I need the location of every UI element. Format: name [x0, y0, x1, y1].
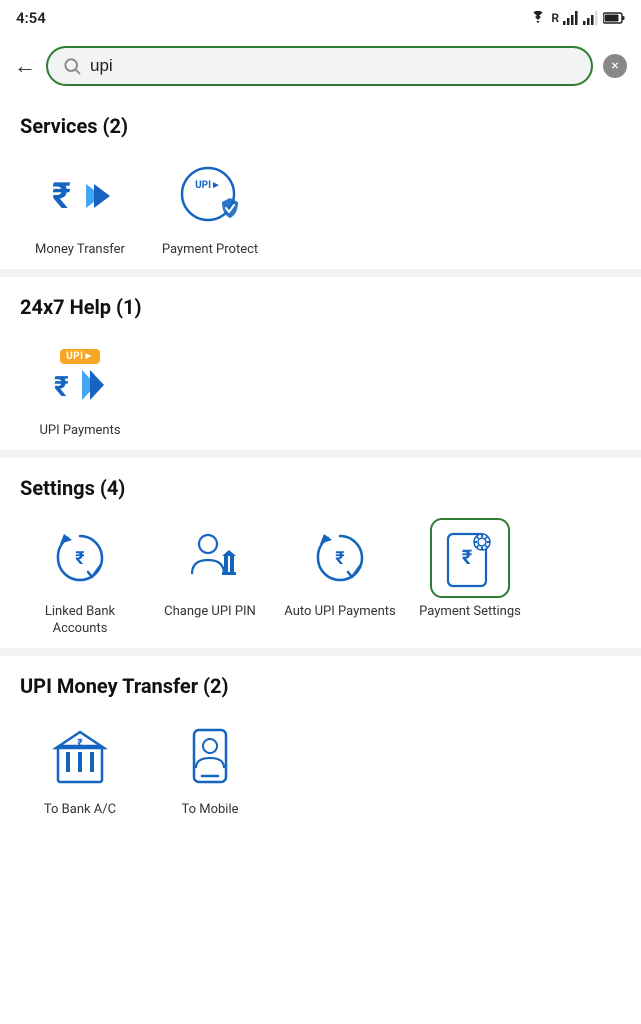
- status-bar: 4:54 R: [0, 0, 641, 36]
- back-button[interactable]: ←: [14, 53, 36, 79]
- linked-bank-item[interactable]: ₹ Linked Bank Accounts: [20, 518, 140, 638]
- payment-protect-item[interactable]: UPI► Payment Protect: [150, 156, 270, 259]
- svg-text:₹: ₹: [75, 548, 85, 569]
- status-icons: R: [529, 11, 625, 25]
- upi-payment-arrows: ₹: [54, 366, 106, 404]
- svg-text:₹: ₹: [77, 738, 83, 749]
- settings-section: Settings (4) ₹ Linked Bank Accounts: [0, 458, 641, 648]
- upi-money-section: UPI Money Transfer (2) ₹ To Bank A/C: [0, 656, 641, 829]
- payment-settings-svg: ₹: [438, 528, 502, 588]
- services-section: Services (2) ₹ Money Transfer: [0, 96, 641, 269]
- auto-upi-svg: ₹: [308, 528, 372, 588]
- to-mobile-icon-box: [170, 716, 250, 796]
- upi-badge: UPI►: [60, 349, 100, 364]
- upi-money-grid: ₹ To Bank A/C To Mobile: [20, 716, 621, 819]
- settings-grid: ₹ Linked Bank Accounts: [20, 518, 621, 638]
- money-transfer-item[interactable]: ₹ Money Transfer: [20, 156, 140, 259]
- time: 4:54: [16, 9, 46, 27]
- money-transfer-label: Money Transfer: [35, 242, 125, 259]
- services-grid: ₹ Money Transfer UPI►: [20, 156, 621, 259]
- upi-payments-icon: UPI► ₹: [54, 349, 106, 404]
- clear-button[interactable]: ×: [603, 54, 627, 78]
- svg-text:UPI►: UPI►: [195, 180, 221, 191]
- payment-settings-item[interactable]: ₹ Payment Settings: [410, 518, 530, 638]
- to-bank-svg: ₹: [48, 724, 112, 788]
- divider-3: [0, 648, 641, 656]
- to-mobile-item[interactable]: To Mobile: [150, 716, 270, 819]
- payment-protect-label: Payment Protect: [162, 242, 258, 259]
- services-title: Services (2): [20, 114, 621, 138]
- search-area: ← ×: [0, 36, 641, 96]
- upi-payments-label: UPI Payments: [39, 423, 120, 440]
- signal2-icon: [583, 11, 599, 25]
- search-icon: [62, 56, 82, 76]
- battery-icon: [603, 12, 625, 24]
- network-r: R: [551, 11, 559, 25]
- change-upi-pin-label: Change UPI PIN: [164, 604, 256, 621]
- search-box: [46, 46, 593, 86]
- wifi-icon: [529, 11, 547, 25]
- upi-payments-icon-box: UPI► ₹: [40, 337, 120, 417]
- help-grid: UPI► ₹ UPI Payments: [20, 337, 621, 440]
- svg-text:₹: ₹: [54, 370, 69, 403]
- auto-upi-icon-box: ₹: [300, 518, 380, 598]
- upi-payments-item[interactable]: UPI► ₹ UPI Payments: [20, 337, 140, 440]
- svg-text:₹: ₹: [52, 175, 71, 217]
- divider-1: [0, 269, 641, 277]
- search-input[interactable]: [90, 56, 577, 76]
- upi-money-title: UPI Money Transfer (2): [20, 674, 621, 698]
- money-transfer-svg: ₹: [48, 170, 112, 222]
- money-transfer-icon-box: ₹: [40, 156, 120, 236]
- linked-bank-icon-box: ₹: [40, 518, 120, 598]
- linked-bank-svg: ₹: [48, 528, 112, 588]
- help-section: 24x7 Help (1) UPI► ₹ UPI Payments: [0, 277, 641, 450]
- payment-protect-svg: UPI►: [178, 166, 242, 226]
- to-bank-label: To Bank A/C: [44, 802, 116, 819]
- help-title: 24x7 Help (1): [20, 295, 621, 319]
- payment-settings-label: Payment Settings: [419, 604, 521, 621]
- to-bank-item[interactable]: ₹ To Bank A/C: [20, 716, 140, 819]
- change-upi-pin-item[interactable]: Change UPI PIN: [150, 518, 270, 638]
- linked-bank-label: Linked Bank Accounts: [20, 604, 140, 638]
- auto-upi-item[interactable]: ₹ Auto UPI Payments: [280, 518, 400, 638]
- svg-text:₹: ₹: [335, 548, 345, 569]
- auto-upi-label: Auto UPI Payments: [284, 604, 395, 621]
- payment-settings-icon-box: ₹: [430, 518, 510, 598]
- to-mobile-svg: [178, 724, 242, 788]
- payment-protect-icon-box: UPI►: [170, 156, 250, 236]
- svg-text:₹: ₹: [462, 545, 473, 569]
- signal1-icon: [563, 11, 579, 25]
- to-mobile-label: To Mobile: [181, 802, 238, 819]
- change-upi-pin-icon-box: [170, 518, 250, 598]
- divider-2: [0, 450, 641, 458]
- settings-title: Settings (4): [20, 476, 621, 500]
- to-bank-icon-box: ₹: [40, 716, 120, 796]
- change-upi-pin-svg: [178, 528, 242, 588]
